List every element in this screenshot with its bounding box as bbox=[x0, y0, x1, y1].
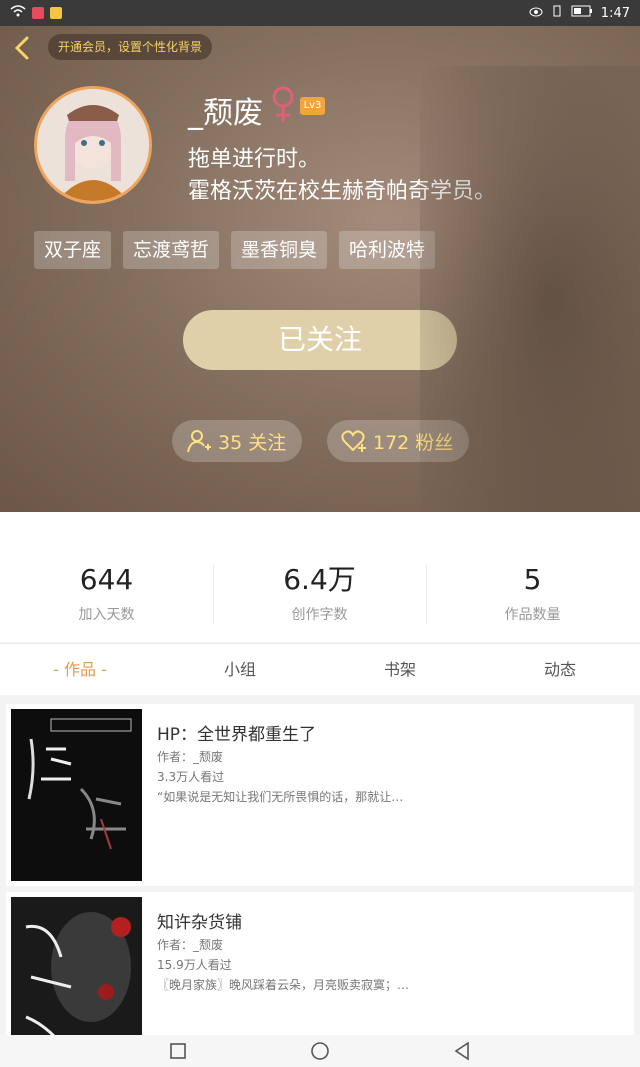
profile-tabs: - 作品 - 小组 书架 动态 bbox=[0, 643, 640, 695]
tab-bookshelf[interactable]: 书架 bbox=[320, 644, 480, 695]
clock: 1:47 bbox=[600, 5, 630, 21]
works-list: HP：全世界都重生了 作者：_颓废 3.3万人看过 “如果说是无知让我们无所畏惧… bbox=[0, 696, 640, 1067]
username: _颓废 bbox=[188, 96, 263, 131]
fans-button[interactable]: 172 粉丝 bbox=[327, 420, 469, 462]
home-button[interactable] bbox=[309, 1040, 331, 1062]
vip-banner[interactable]: 开通会员，设置个性化背景 bbox=[48, 34, 213, 60]
app-notification-icon bbox=[32, 7, 44, 19]
tab-groups[interactable]: 小组 bbox=[160, 644, 320, 695]
tag-list: 双子座 忘渡鸢哲 墨香铜臭 哈利波特 bbox=[34, 231, 436, 269]
tag[interactable]: 双子座 bbox=[34, 231, 112, 269]
user-add-icon bbox=[187, 430, 211, 453]
stat-value: 6.4万 bbox=[283, 563, 356, 596]
level-badge: Lv3 bbox=[300, 97, 325, 115]
back-button[interactable] bbox=[8, 34, 36, 62]
work-author: 作者：_颓废 bbox=[157, 938, 224, 952]
female-gender-icon bbox=[272, 86, 294, 122]
bio-line: 拖单进行时。 bbox=[188, 147, 321, 172]
bio-line: 霍格沃茨在校生赫奇帕奇学员。 bbox=[188, 179, 497, 204]
status-bar: 1:47 bbox=[0, 0, 640, 26]
stat-value: 5 bbox=[523, 563, 542, 596]
triangle-back-icon bbox=[454, 1041, 469, 1061]
recents-button[interactable] bbox=[167, 1040, 189, 1062]
work-views: 3.3万人看过 bbox=[157, 770, 225, 784]
stat-label: 加入天数 bbox=[78, 607, 135, 623]
back-arrow-icon bbox=[14, 36, 29, 60]
stat-word-count: 6.4万 创作字数 bbox=[213, 560, 426, 632]
stat-value: 644 bbox=[79, 563, 134, 596]
following-button[interactable]: 35 关注 bbox=[172, 420, 302, 462]
follow-button[interactable]: 已关注 bbox=[183, 310, 457, 370]
back-nav-button[interactable] bbox=[451, 1040, 473, 1062]
vibrate-icon bbox=[551, 5, 563, 21]
tab-works[interactable]: - 作品 - bbox=[0, 644, 160, 695]
fans-count: 172 粉丝 bbox=[373, 431, 454, 454]
wifi-icon bbox=[10, 5, 26, 21]
following-count: 35 关注 bbox=[218, 431, 287, 454]
stat-label: 作品数量 bbox=[504, 607, 561, 623]
work-title[interactable]: 知许杂货铺 bbox=[157, 908, 242, 933]
tab-activity[interactable]: 动态 bbox=[480, 644, 640, 695]
system-nav-bar bbox=[0, 1035, 640, 1067]
battery-icon bbox=[571, 5, 593, 21]
square-icon bbox=[170, 1043, 186, 1059]
heart-add-icon bbox=[341, 430, 366, 452]
circle-icon bbox=[311, 1042, 329, 1060]
work-description: 〖晚月家族〗晚风踩着云朵，月亮贩卖寂寞；… bbox=[157, 978, 410, 992]
bio: 拖单进行时。 霍格沃茨在校生赫奇帕奇学员。 bbox=[188, 144, 496, 208]
work-title[interactable]: HP：全世界都重生了 bbox=[157, 720, 316, 745]
work-item[interactable]: HP：全世界都重生了 作者：_颓废 3.3万人看过 “如果说是无知让我们无所畏惧… bbox=[6, 704, 634, 886]
stat-works-count: 5 作品数量 bbox=[426, 560, 639, 632]
eye-icon bbox=[529, 6, 543, 21]
tag[interactable]: 忘渡鸢哲 bbox=[123, 231, 220, 269]
avatar[interactable] bbox=[34, 86, 152, 204]
profile-header: 开通会员，设置个性化背景 _颓废 Lv3 拖单进行时。 霍格沃茨在校生赫奇帕奇学… bbox=[0, 26, 640, 512]
work-views: 15.9万人看过 bbox=[157, 958, 232, 972]
work-description: “如果说是无知让我们无所畏惧的话，那就让… bbox=[157, 790, 404, 804]
book-cover[interactable] bbox=[11, 709, 142, 881]
stat-join-days: 644 加入天数 bbox=[0, 560, 213, 632]
app-notification-icon bbox=[50, 7, 62, 19]
stat-label: 创作字数 bbox=[291, 607, 348, 623]
tag[interactable]: 墨香铜臭 bbox=[231, 231, 328, 269]
tag[interactable]: 哈利波特 bbox=[339, 231, 436, 269]
stats-row: 644 加入天数 6.4万 创作字数 5 作品数量 bbox=[0, 512, 640, 642]
work-author: 作者：_颓废 bbox=[157, 750, 224, 764]
